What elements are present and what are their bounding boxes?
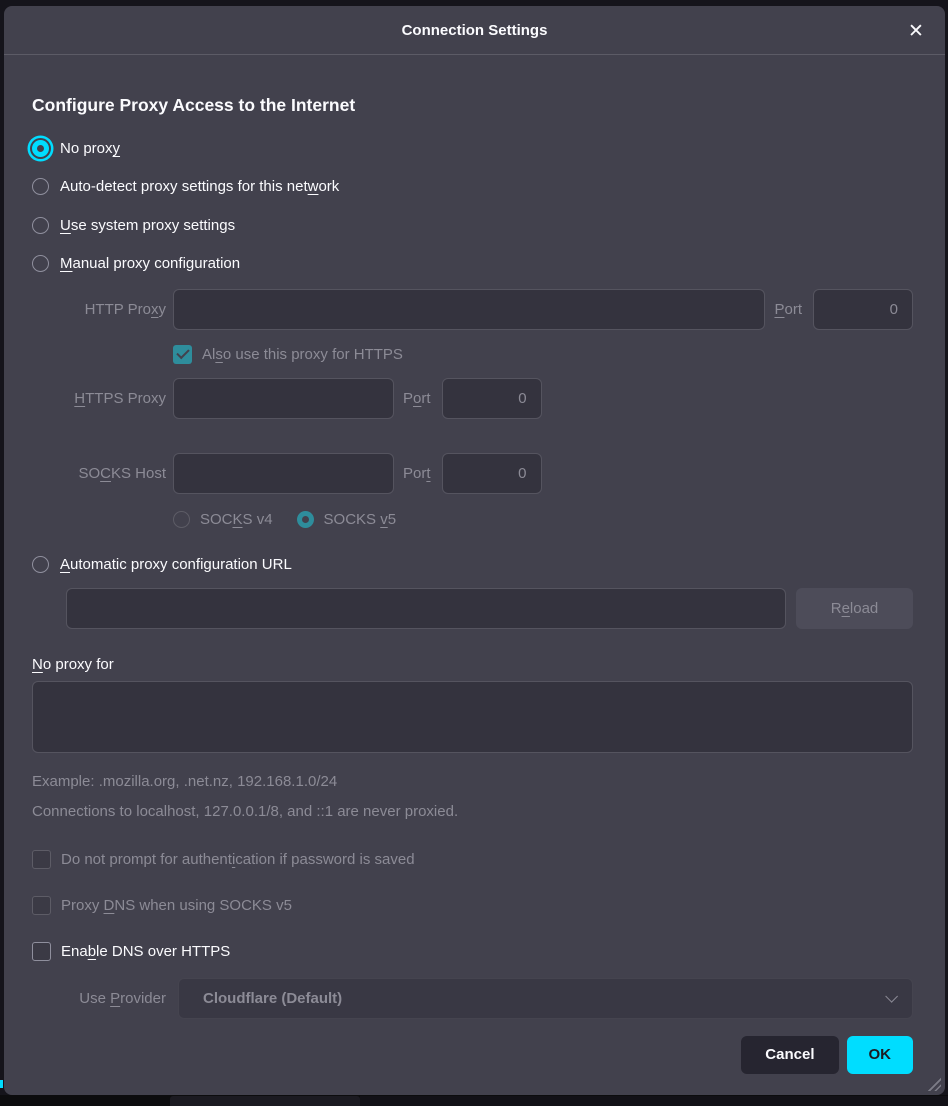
underlying-accent-fragment (0, 1080, 3, 1088)
reload-button[interactable]: Reload (796, 588, 913, 629)
socks-version-row: SOCKS v4 SOCKS v5 (173, 506, 913, 532)
auto-detect-label[interactable]: Auto-detect proxy settings for this netw… (60, 178, 339, 195)
https-proxy-row: HTTPS Proxy Port (32, 378, 913, 419)
proxy-dns-row: Proxy DNS when using SOCKS v5 (32, 896, 913, 915)
http-port-input[interactable] (813, 289, 913, 330)
also-https-checkbox[interactable] (173, 345, 192, 364)
system-proxy-label[interactable]: Use system proxy settings (60, 217, 235, 234)
socks-port-label[interactable]: Port (403, 465, 431, 482)
also-https-label[interactable]: Also use this proxy for HTTPS (202, 346, 403, 363)
system-proxy-radio[interactable] (32, 217, 49, 234)
provider-row: Use Provider Cloudflare (Default) (32, 978, 913, 1019)
auto-url-input-row: Reload (66, 588, 913, 629)
underlying-page-element (170, 1096, 360, 1106)
socks-host-label[interactable]: SOCKS Host (32, 465, 166, 482)
option-row-manual-proxy: Manual proxy configuration (32, 245, 913, 284)
socks-host-input[interactable] (173, 453, 394, 494)
no-proxy-radio[interactable] (32, 140, 49, 157)
option-row-auto-detect: Auto-detect proxy settings for this netw… (32, 168, 913, 207)
option-row-no-proxy: No proxy (32, 129, 913, 168)
proxy-dns-label[interactable]: Proxy DNS when using SOCKS v5 (61, 897, 292, 914)
option-row-auto-url: Automatic proxy configuration URL (32, 545, 913, 584)
no-proxy-for-label[interactable]: No proxy for (32, 656, 114, 673)
resize-grip[interactable] (926, 1076, 941, 1091)
no-prompt-auth-label[interactable]: Do not prompt for authentication if pass… (61, 851, 415, 868)
proxy-dns-checkbox[interactable] (32, 896, 51, 915)
https-port-input[interactable] (442, 378, 542, 419)
http-port-label[interactable]: Port (774, 301, 802, 318)
use-provider-label[interactable]: Use Provider (32, 990, 166, 1007)
also-https-row: Also use this proxy for HTTPS (173, 340, 913, 368)
socks-v5-radio[interactable] (297, 511, 314, 528)
no-proxy-for-textarea[interactable] (32, 681, 913, 753)
no-prompt-auth-row: Do not prompt for authentication if pass… (32, 850, 913, 869)
no-proxy-example-text: Example: .mozilla.org, .net.nz, 192.168.… (32, 773, 913, 790)
connection-settings-dialog: Connection Settings ✕ Configure Proxy Ac… (4, 6, 945, 1095)
page-title: Configure Proxy Access to the Internet (32, 95, 913, 116)
socks-v5-label[interactable]: SOCKS v5 (324, 511, 397, 528)
http-proxy-row: HTTP Proxy Port (32, 289, 913, 330)
no-proxy-label[interactable]: No proxy (60, 140, 120, 157)
auto-url-radio[interactable] (32, 556, 49, 573)
close-icon[interactable]: ✕ (901, 16, 931, 46)
no-prompt-auth-checkbox[interactable] (32, 850, 51, 869)
localhost-note-text: Connections to localhost, 127.0.0.1/8, a… (32, 803, 913, 820)
manual-proxy-radio[interactable] (32, 255, 49, 272)
https-proxy-label[interactable]: HTTPS Proxy (32, 390, 166, 407)
underlying-page (0, 1095, 948, 1106)
provider-select[interactable]: Cloudflare (Default) (178, 978, 913, 1019)
enable-doh-row: Enable DNS over HTTPS (32, 942, 913, 961)
https-port-label[interactable]: Port (403, 390, 431, 407)
auto-url-label[interactable]: Automatic proxy configuration URL (60, 556, 292, 573)
no-proxy-for-label-row: No proxy for (32, 656, 913, 673)
auto-detect-radio[interactable] (32, 178, 49, 195)
dialog-titlebar: Connection Settings ✕ (4, 6, 945, 55)
chevron-down-icon (885, 990, 898, 1003)
https-proxy-input[interactable] (173, 378, 394, 419)
enable-doh-checkbox[interactable] (32, 942, 51, 961)
http-proxy-input[interactable] (173, 289, 765, 330)
manual-proxy-label[interactable]: Manual proxy configuration (60, 255, 240, 272)
underlying-page-element (360, 1096, 948, 1106)
socks-v4-label[interactable]: SOCKS v4 (200, 511, 273, 528)
socks-v4-radio[interactable] (173, 511, 190, 528)
auto-url-input[interactable] (66, 588, 786, 629)
provider-selected-value: Cloudflare (Default) (203, 990, 885, 1007)
socks-host-row: SOCKS Host Port (32, 453, 913, 494)
socks-port-input[interactable] (442, 453, 542, 494)
dialog-footer: Cancel OK (32, 1036, 913, 1074)
enable-doh-label[interactable]: Enable DNS over HTTPS (61, 943, 230, 960)
dialog-content: Configure Proxy Access to the Internet N… (4, 55, 945, 1074)
option-row-system-proxy: Use system proxy settings (32, 206, 913, 245)
dialog-title: Connection Settings (402, 22, 548, 39)
cancel-button[interactable]: Cancel (741, 1036, 838, 1074)
ok-button[interactable]: OK (847, 1036, 914, 1074)
http-proxy-label[interactable]: HTTP Proxy (32, 301, 166, 318)
